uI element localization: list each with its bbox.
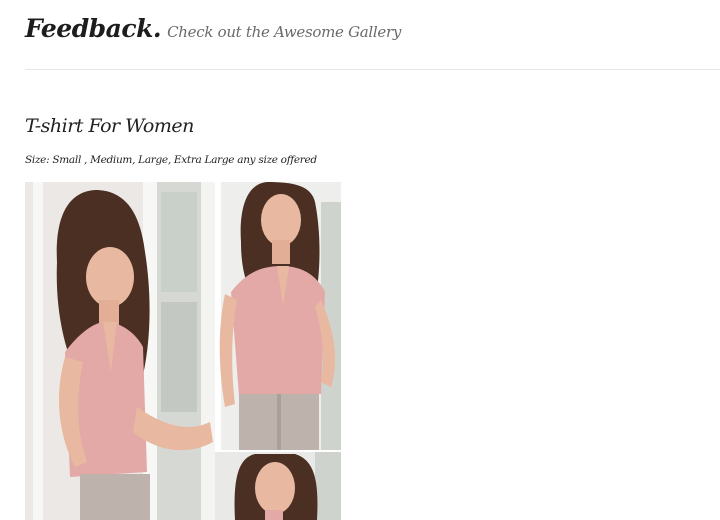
site-header: Feedback. Check out the Awesome Gallery <box>25 14 401 43</box>
product-sizes: Size: Small , Medium, Large, Extra Large… <box>25 154 317 166</box>
site-brand[interactable]: Feedback. <box>25 14 162 43</box>
product-title: T-shirt For Women <box>25 115 194 137</box>
site-tagline: Check out the Awesome Gallery <box>167 23 402 41</box>
header-divider <box>25 69 720 70</box>
product-photo[interactable] <box>25 182 341 520</box>
gallery-page: Feedback. Check out the Awesome Gallery … <box>0 0 720 520</box>
product-photo-collage <box>25 182 341 520</box>
